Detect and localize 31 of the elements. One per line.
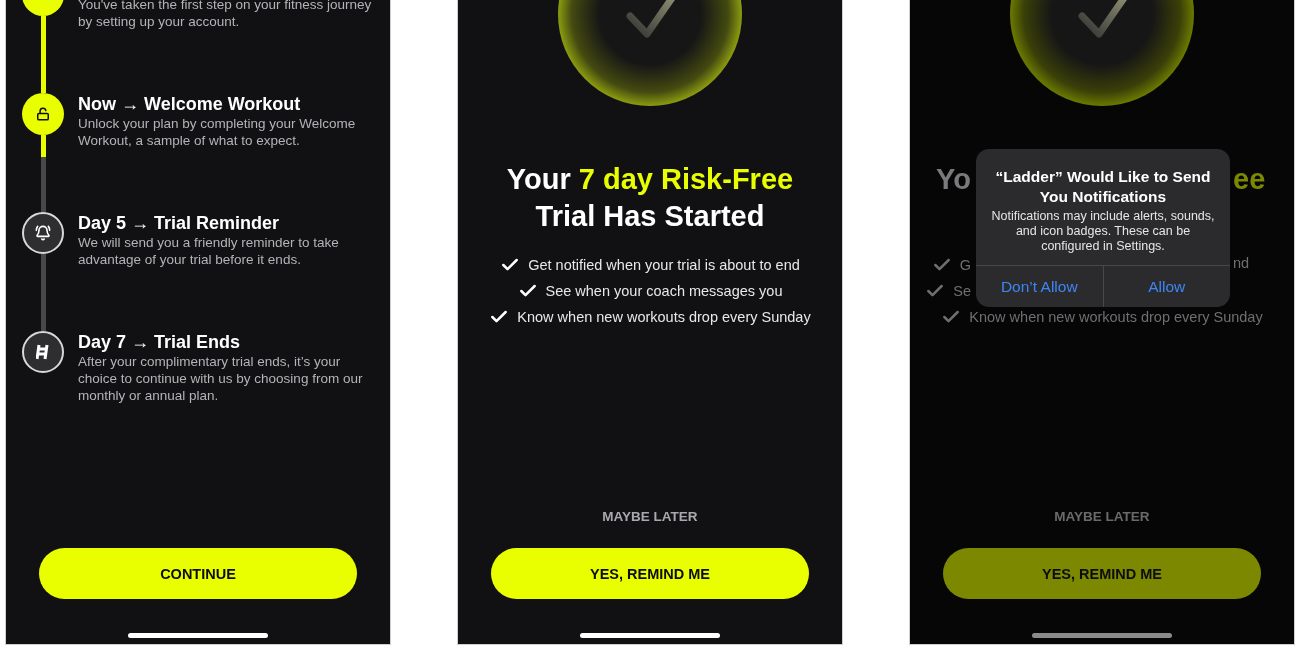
headline-text: Your bbox=[506, 162, 572, 197]
headline-text: Trial Has Started bbox=[535, 199, 765, 234]
benefit-text: nd bbox=[1233, 255, 1250, 271]
maybe-later-button[interactable]: MAYBE LATER bbox=[1054, 509, 1150, 524]
headline-text: ee bbox=[1233, 162, 1266, 197]
alert-title: “Ladder” Would Like to Send You Notifications bbox=[994, 167, 1212, 207]
primary-button[interactable]: YES, REMIND ME bbox=[491, 548, 809, 599]
benefit-text: Get notified when your trial is about to end bbox=[528, 256, 800, 273]
step-description: You've taken the first step on your fitness journey by setting up your account. bbox=[78, 0, 373, 30]
maybe-later-button[interactable]: MAYBE LATER bbox=[602, 509, 698, 524]
step-description: Unlock your plan by completing your Welcome Workout, a sample of what to expect. bbox=[78, 115, 357, 149]
step-title: Day 5 → Trial Reminder bbox=[78, 212, 281, 234]
bell-icon bbox=[35, 225, 51, 241]
step-description: After your complimentary trial ends, it’s your choice to continue with us by choosing from our monthly or annual plan. bbox=[78, 353, 364, 404]
lock-icon bbox=[36, 107, 50, 121]
benefit-text: See when your coach messages you bbox=[545, 282, 783, 299]
step-title: Now → Welcome Workout bbox=[78, 93, 302, 115]
benefit-text: Se bbox=[953, 283, 971, 299]
alert-message: Notifications may include alerts, sounds, and icon badges. These can be configured in Settings. bbox=[990, 208, 1216, 255]
primary-button[interactable]: CONTINUE bbox=[39, 548, 357, 599]
alert-button[interactable]: Don’t Allow bbox=[976, 266, 1103, 307]
alert-button[interactable]: Allow bbox=[1102, 266, 1230, 307]
step-description: We will send you a friendly reminder to take advantage of your trial before it ends. bbox=[78, 234, 340, 268]
headline-text: 7 day Risk-Free bbox=[578, 162, 794, 197]
benefit-text: Know when new workouts drop every Sunday bbox=[969, 308, 1263, 325]
benefit-text: Know when new workouts drop every Sunday bbox=[517, 308, 811, 325]
step-title: Day 7 → Trial Ends bbox=[78, 331, 242, 353]
benefit-text: G bbox=[959, 257, 971, 273]
ladder-icon bbox=[36, 344, 50, 360]
headline-text: Yo bbox=[936, 162, 971, 197]
primary-button[interactable]: YES, REMIND ME bbox=[943, 548, 1261, 599]
